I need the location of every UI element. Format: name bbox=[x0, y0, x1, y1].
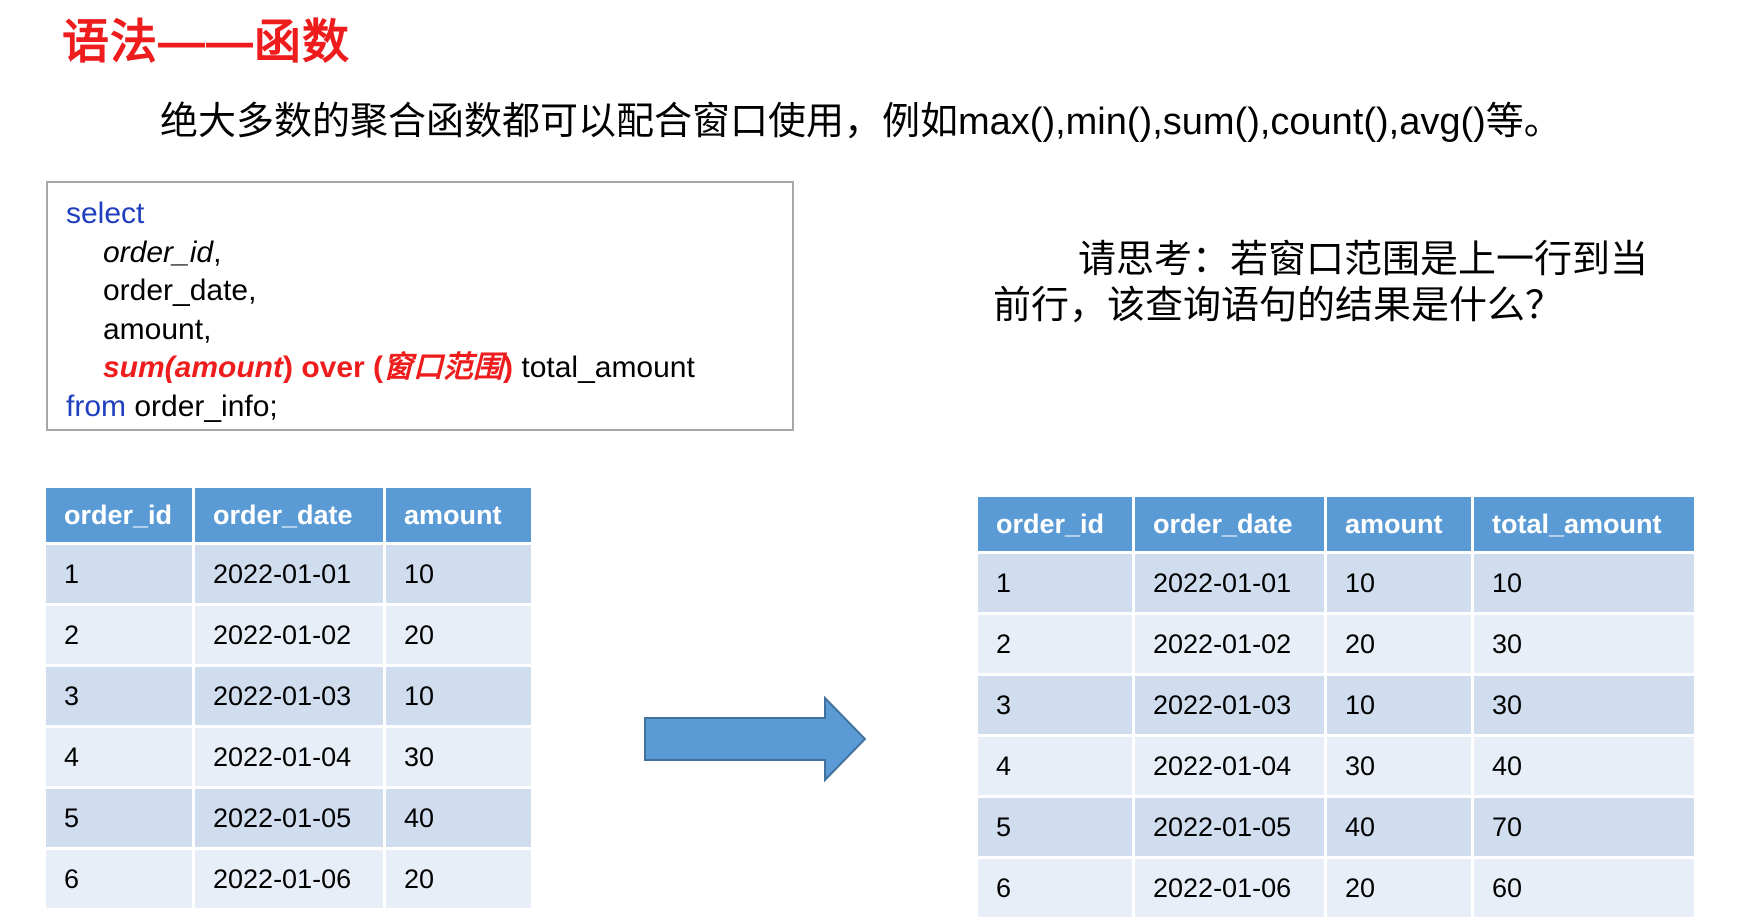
table-cell: 2022-01-06 bbox=[1135, 859, 1324, 917]
table-row: 3 2022-01-03 10 bbox=[46, 667, 531, 725]
table-cell: 20 bbox=[386, 606, 531, 664]
table-cell: 2022-01-02 bbox=[1135, 615, 1324, 673]
table-cell: 5 bbox=[978, 798, 1132, 856]
output-header-order-date: order_date bbox=[1135, 497, 1324, 551]
output-table-header: order_id order_date amount total_amount bbox=[978, 497, 1694, 551]
input-table-header: order_id order_date amount bbox=[46, 488, 531, 542]
code-line-select: select bbox=[66, 195, 792, 234]
table-cell: 10 bbox=[1474, 554, 1694, 612]
table-cell: 2022-01-05 bbox=[1135, 798, 1324, 856]
table-cell: 20 bbox=[1327, 615, 1471, 673]
output-header-total-amount: total_amount bbox=[1474, 497, 1694, 551]
code-line-window-function: sum(amount) over (窗口范围) total_amount bbox=[66, 349, 792, 388]
table-cell: 5 bbox=[46, 789, 192, 847]
keyword-over: over ( bbox=[293, 351, 384, 384]
code-line-from: from order_info; bbox=[66, 388, 792, 427]
table-cell: 10 bbox=[1327, 676, 1471, 734]
input-table: order_id order_date amount 1 2022-01-01 10… bbox=[43, 485, 534, 911]
table-cell: 30 bbox=[1327, 737, 1471, 795]
keyword-from: from bbox=[66, 389, 126, 423]
right-arrow-icon bbox=[644, 696, 867, 783]
code-line-order-date: order_date, bbox=[103, 274, 257, 307]
table-cell: 3 bbox=[978, 676, 1132, 734]
table-cell: 2 bbox=[978, 615, 1132, 673]
table-cell: 2022-01-01 bbox=[195, 545, 383, 603]
column-order-id: order_id bbox=[103, 235, 214, 269]
table-cell: 20 bbox=[386, 850, 531, 908]
table-cell: 2022-01-03 bbox=[195, 667, 383, 725]
table-cell: 20 bbox=[1327, 859, 1471, 917]
table-cell: 10 bbox=[386, 545, 531, 603]
code-line-amount: amount, bbox=[103, 312, 212, 346]
slide-title: 语法——函数 bbox=[62, 15, 350, 68]
table-row: 4 2022-01-04 30 40 bbox=[978, 737, 1694, 795]
table-cell: 30 bbox=[1474, 615, 1694, 673]
keyword-select: select bbox=[66, 197, 145, 230]
table-cell: 2022-01-04 bbox=[1135, 737, 1324, 795]
code-line-order-id: order_id, bbox=[66, 234, 792, 273]
output-header-amount: amount bbox=[1327, 497, 1471, 551]
question-text: 请思考：若窗口范围是上一行到当 前行，该查询语句的结果是什么？ bbox=[993, 237, 1693, 329]
output-table: order_id order_date amount total_amount … bbox=[975, 494, 1697, 920]
table-cell: 2022-01-03 bbox=[1135, 676, 1324, 734]
table-cell: 30 bbox=[1474, 676, 1694, 734]
alias-total-amount: total_amount bbox=[513, 351, 695, 384]
table-cell: 70 bbox=[1474, 798, 1694, 856]
slide-subtitle: 绝大多数的聚合函数都可以配合窗口使用，例如max(),min(),sum(),c… bbox=[160, 101, 1562, 143]
table-cell: 30 bbox=[386, 728, 531, 786]
paren-close: ) bbox=[283, 351, 293, 384]
question-line-1: 请思考：若窗口范围是上一行到当 bbox=[1078, 239, 1649, 281]
table-cell: 3 bbox=[46, 667, 192, 725]
table-cell: 6 bbox=[46, 850, 192, 908]
table-cell: 4 bbox=[978, 737, 1132, 795]
table-cell: 40 bbox=[1327, 798, 1471, 856]
table-cell: 2022-01-01 bbox=[1135, 554, 1324, 612]
table-cell: 10 bbox=[1327, 554, 1471, 612]
table-cell: 2022-01-05 bbox=[195, 789, 383, 847]
table-row: 5 2022-01-05 40 70 bbox=[978, 798, 1694, 856]
input-header-amount: amount bbox=[386, 488, 531, 542]
table-cell: 40 bbox=[1474, 737, 1694, 795]
function-sum: sum(amount bbox=[103, 351, 283, 384]
table-row: 6 2022-01-06 20 60 bbox=[978, 859, 1694, 917]
sql-code-block: select order_id, order_date, amount, sum… bbox=[46, 181, 794, 431]
table-row: 2 2022-01-02 20 30 bbox=[978, 615, 1694, 673]
paren-close-2: ) bbox=[503, 351, 514, 384]
table-row: 3 2022-01-03 10 30 bbox=[978, 676, 1694, 734]
table-cell: 40 bbox=[386, 789, 531, 847]
table-cell: 2022-01-02 bbox=[195, 606, 383, 664]
table-cell: 1 bbox=[46, 545, 192, 603]
input-header-order-id: order_id bbox=[46, 488, 192, 542]
table-cell: 2 bbox=[46, 606, 192, 664]
window-range-label: 窗口范围 bbox=[383, 351, 504, 384]
table-row: 2 2022-01-02 20 bbox=[46, 606, 531, 664]
table-name: order_info; bbox=[126, 389, 278, 423]
input-header-order-date: order_date bbox=[195, 488, 383, 542]
table-cell: 10 bbox=[386, 667, 531, 725]
table-cell: 6 bbox=[978, 859, 1132, 917]
table-cell: 2022-01-06 bbox=[195, 850, 383, 908]
table-cell: 60 bbox=[1474, 859, 1694, 917]
table-row: 6 2022-01-06 20 bbox=[46, 850, 531, 908]
table-row: 5 2022-01-05 40 bbox=[46, 789, 531, 847]
table-row: 1 2022-01-01 10 bbox=[46, 545, 531, 603]
question-line-2: 前行，该查询语句的结果是什么？ bbox=[993, 285, 1564, 327]
table-cell: 1 bbox=[978, 554, 1132, 612]
table-row: 4 2022-01-04 30 bbox=[46, 728, 531, 786]
output-header-order-id: order_id bbox=[978, 497, 1132, 551]
table-cell: 2022-01-04 bbox=[195, 728, 383, 786]
table-cell: 4 bbox=[46, 728, 192, 786]
comma: , bbox=[213, 235, 222, 269]
table-row: 1 2022-01-01 10 10 bbox=[978, 554, 1694, 612]
